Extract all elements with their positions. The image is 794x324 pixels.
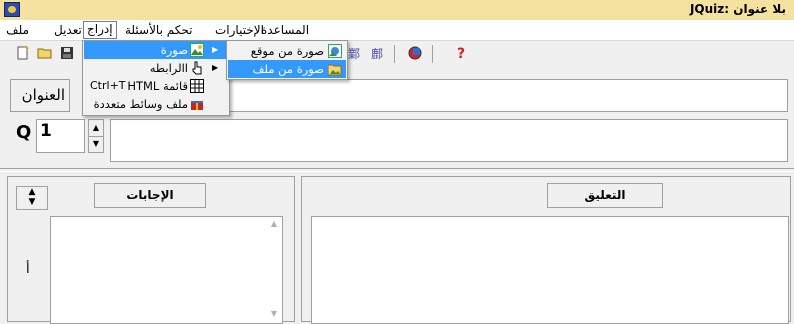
spinner-down-icon[interactable]: ▼: [89, 136, 103, 152]
feedback-text-field[interactable]: [311, 216, 789, 324]
answer-scrollbar[interactable]: ▲ ▼: [266, 217, 282, 323]
new-icon[interactable]: [14, 45, 32, 63]
question-prefix: Q: [16, 122, 32, 143]
insert-menu-image[interactable]: صورة ▶: [84, 41, 228, 59]
save-icon[interactable]: [58, 45, 76, 63]
answers-reorder-button[interactable]: ▲ ▼: [16, 186, 48, 210]
answer-letter-label: أ: [26, 262, 30, 277]
web-image-icon: [328, 44, 342, 58]
app-icon[interactable]: [4, 2, 20, 17]
image-from-file-label: صورة من ملف: [252, 62, 324, 76]
image-from-url-label: صورة من موقع: [250, 44, 324, 58]
divider: [0, 168, 794, 172]
folder-image-icon: [327, 62, 342, 76]
image-from-file[interactable]: صورة من ملف: [228, 60, 346, 78]
scroll-down-icon[interactable]: ▼: [266, 309, 282, 318]
menu-insert[interactable]: إدراج: [83, 21, 117, 39]
insert-table-label: قائمة HTML: [127, 79, 188, 93]
gift-icon: [190, 97, 204, 111]
insert-menu-multimedia[interactable]: ملف وسائط متعددة: [84, 95, 228, 113]
title-input[interactable]: [226, 79, 788, 112]
insert-table-shortcut: Ctrl+T: [90, 79, 126, 92]
insert-image-label: صورة: [160, 43, 188, 57]
hand-pointer-icon: [190, 61, 204, 75]
feedback-header-button[interactable]: التعليق: [547, 183, 663, 208]
question-number-field[interactable]: 1: [36, 119, 85, 153]
window-title: بلا عنوان :JQuiz: [689, 2, 786, 16]
toolbar-separator: [432, 45, 433, 63]
menu-file[interactable]: ملف: [3, 22, 32, 38]
image-icon: [190, 43, 204, 57]
web-icon[interactable]: [406, 45, 424, 63]
answer-text-field[interactable]: [50, 216, 283, 324]
menu-edit[interactable]: تعديل: [51, 22, 85, 38]
toolbar-separator: [394, 45, 395, 63]
tool2-icon[interactable]: 鄴: [346, 45, 364, 63]
submenu-arrow-icon: ▶: [212, 45, 219, 54]
menu-help[interactable]: المساعدة: [258, 22, 312, 38]
insert-menu-link[interactable]: االرابطه ▶: [84, 59, 228, 77]
menu-manage-questions[interactable]: تحكم بالأسئلة: [122, 22, 195, 38]
table-icon: [190, 79, 204, 93]
submenu-arrow-icon: ▶: [212, 63, 219, 72]
answers-header-button[interactable]: الإجابات: [94, 183, 206, 208]
spinner-up-icon[interactable]: ▲: [89, 120, 103, 137]
insert-link-label: االرابطه: [149, 61, 188, 75]
image-from-url[interactable]: صورة من موقع: [228, 42, 346, 60]
question-number-spinner[interactable]: ▲ ▼: [88, 119, 104, 153]
svg-text:鄜: 鄜: [371, 46, 383, 61]
svg-text:鄴: 鄴: [348, 46, 360, 61]
help-icon[interactable]: ?: [452, 45, 470, 63]
open-icon[interactable]: [36, 45, 54, 63]
scroll-up-icon[interactable]: ▲: [266, 219, 282, 228]
question-text-field[interactable]: [110, 119, 788, 162]
tool3-icon[interactable]: 鄜: [369, 45, 387, 63]
insert-multimedia-label: ملف وسائط متعددة: [93, 97, 188, 111]
title-bar: [0, 0, 794, 21]
title-label-button[interactable]: العنوان: [10, 79, 70, 112]
menu-bar: [0, 20, 794, 40]
insert-menu-html-table[interactable]: قائمة HTML Ctrl+T: [84, 77, 228, 95]
